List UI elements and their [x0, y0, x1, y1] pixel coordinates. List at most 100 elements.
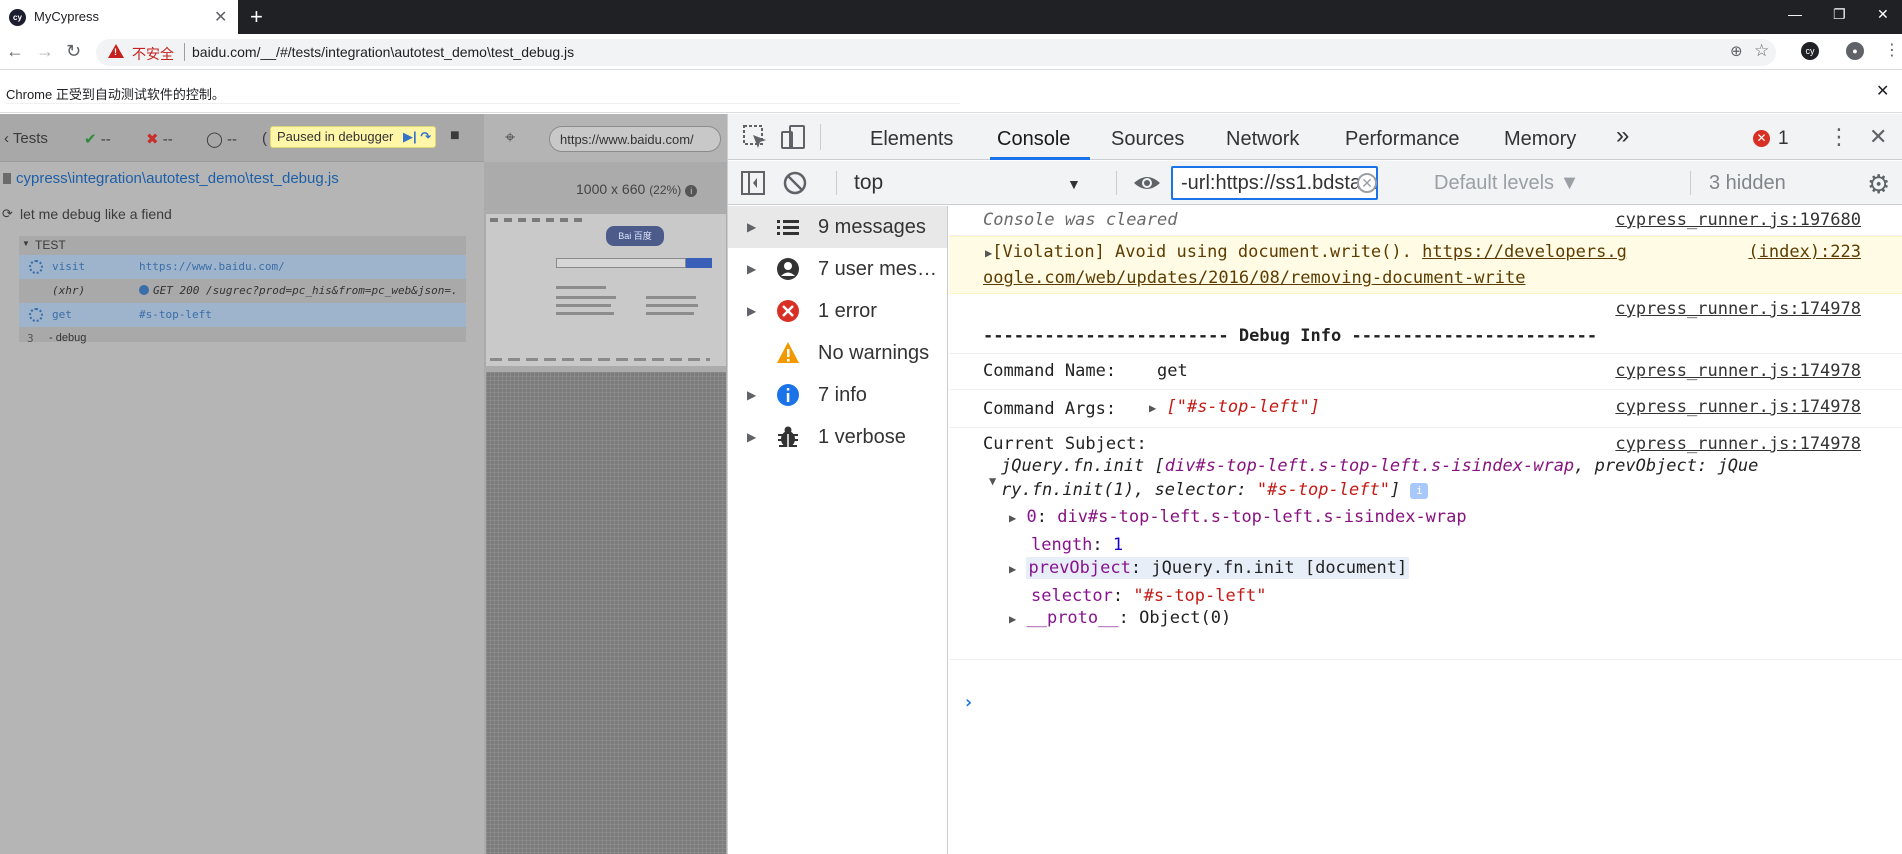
selector-playground-icon[interactable]: ⌖ [505, 127, 515, 148]
new-tab-button[interactable]: + [250, 4, 263, 30]
source-link[interactable]: cypress_runner.js:174978 [1615, 361, 1861, 381]
sidebar-toggle-icon[interactable] [740, 170, 766, 201]
command-number: 3 [27, 332, 34, 345]
passed-count: ✔ -- [84, 131, 111, 148]
device-toolbar-icon[interactable] [780, 124, 806, 150]
log-levels-dropdown[interactable]: Default levels ▼ [1434, 172, 1579, 195]
tab-network[interactable]: Network [1226, 128, 1299, 151]
minimize-icon[interactable]: — [1788, 6, 1802, 22]
console-settings-gear-icon[interactable]: ⚙ [1867, 169, 1890, 200]
console-message-command-name: Command Name: get cypress_runner.js:1749… [949, 354, 1902, 390]
tab-memory[interactable]: Memory [1504, 128, 1576, 151]
inspect-element-icon[interactable] [742, 124, 768, 150]
expand-arrow-icon[interactable]: ▶ [1009, 562, 1016, 576]
console-filter-input[interactable]: -url:https://ss1.bdstatic.com [1171, 166, 1378, 200]
sidebar-item-info[interactable]: ▶ 7 info [728, 374, 947, 416]
devtools-menu-icon[interactable]: ⋮ [1828, 124, 1850, 150]
back-icon[interactable]: ← [6, 41, 24, 62]
resume-icon[interactable]: ▶| [403, 129, 417, 144]
info-icon[interactable]: i [685, 185, 698, 197]
expand-arrow-icon[interactable]: ▶ [747, 220, 756, 234]
console-prompt-icon[interactable]: › [963, 692, 974, 713]
tab-performance[interactable]: Performance [1345, 128, 1460, 151]
reload-icon[interactable]: ↻ [66, 41, 81, 62]
command-row-xhr[interactable]: (xhr) GET 200 /sugrec?prod=pc_his&from=p… [19, 279, 466, 303]
violation-link[interactable]: https://developers.g [1422, 242, 1627, 262]
clear-console-icon[interactable] [782, 170, 808, 201]
expand-arrow-icon[interactable]: ▶ [747, 262, 756, 276]
info-badge-icon[interactable]: i [1410, 483, 1429, 499]
aut-url-bar[interactable]: https://www.baidu.com/ [549, 126, 721, 152]
jquery-object-line-2[interactable]: ry.fn.init(1), selector: "#s-top-left"] … [1001, 480, 1429, 500]
violation-link-continued[interactable]: oogle.com/web/updates/2016/08/removing-d… [983, 268, 1525, 288]
profile-avatar-icon[interactable]: ● [1846, 42, 1864, 60]
tab-elements[interactable]: Elements [870, 128, 953, 151]
bookmark-star-icon[interactable]: ☆ [1754, 41, 1769, 61]
expand-arrow-icon[interactable]: ▶ [747, 304, 756, 318]
prop-row-0[interactable]: ▶ 0: div#s-top-left.s-top-left.s-isindex… [1009, 507, 1467, 527]
clear-filter-icon[interactable]: ✕ [1357, 173, 1377, 193]
tab-close-icon[interactable]: ✕ [214, 7, 227, 27]
stop-icon[interactable]: ■ [450, 127, 460, 145]
expand-arrow-icon[interactable]: ▶ [1009, 511, 1016, 525]
command-arg: https://www.baidu.com/ [139, 260, 285, 273]
divider [1116, 171, 1117, 195]
failed-count: ✖ -- [146, 131, 173, 148]
insecure-label[interactable]: 不安全 [132, 44, 174, 64]
aut-iframe-preview[interactable]: Bai 百度 [486, 214, 726, 366]
tab-sources[interactable]: Sources [1111, 128, 1184, 151]
rerun-icon[interactable]: ⟳ [2, 206, 13, 222]
aut-grid-background [486, 372, 726, 854]
sidebar-item-warnings[interactable]: No warnings [728, 332, 947, 374]
sidebar-item-messages[interactable]: ▶ 9 messages [728, 206, 947, 248]
more-tabs-icon[interactable]: » [1616, 122, 1629, 150]
error-count-badge[interactable]: ✕ 1 [1753, 128, 1789, 150]
command-row-get[interactable]: get #s-top-left [19, 303, 466, 327]
source-link[interactable]: cypress_runner.js:174978 [1615, 397, 1861, 417]
restore-icon[interactable]: ❐ [1833, 6, 1846, 23]
step-over-icon[interactable]: ↷ [420, 129, 431, 144]
menu-kebab-icon[interactable]: ⋮ [1884, 40, 1900, 60]
sidebar-item-verbose[interactable]: ▶ 1 verbose [728, 416, 947, 458]
prop-row-prevobject[interactable]: ▶ prevObject: jQuery.fn.init [document] [1009, 557, 1410, 579]
command-row-visit[interactable]: visit https://www.baidu.com/ [19, 255, 466, 279]
jquery-object-line-1[interactable]: jQuery.fn.init [div#s-top-left.s-top-lef… [1001, 456, 1758, 476]
cypress-extension-icon[interactable]: cy [1801, 42, 1819, 60]
expand-arrow-icon[interactable]: ▶ [1149, 401, 1156, 415]
preview-list-line [556, 312, 614, 315]
window-close-icon[interactable]: ✕ [1877, 6, 1889, 23]
tests-button[interactable]: ‹ Tests [4, 130, 48, 147]
collapse-arrow-icon[interactable]: ▼ [989, 470, 996, 490]
preview-search-button [686, 258, 712, 268]
tab-console[interactable]: Console [997, 128, 1070, 151]
expand-arrow-icon[interactable]: ▶ [747, 430, 756, 444]
sidebar-item-user-messages[interactable]: ▶ 7 user messages [728, 248, 947, 290]
forward-icon[interactable]: → [36, 41, 54, 62]
sidebar-item-errors[interactable]: ▶ 1 error [728, 290, 947, 332]
message-value[interactable]: ▶ ["#s-top-left"] [1149, 397, 1320, 417]
context-dropdown-icon[interactable]: ▼ [1067, 176, 1081, 192]
source-link[interactable]: cypress_runner.js:197680 [1615, 210, 1861, 230]
source-link[interactable]: cypress_runner.js:174978 [1615, 299, 1861, 319]
spinner-icon [29, 308, 43, 322]
command-row-debug[interactable]: 3 - debug [19, 327, 466, 351]
divider [820, 124, 821, 150]
prop-row-proto[interactable]: ▶ __proto__: Object(0) [1009, 608, 1231, 628]
chevron-left-icon: ‹ [4, 130, 13, 147]
source-link[interactable]: (index):223 [1748, 242, 1861, 262]
expand-arrow-icon[interactable]: ▶ [1009, 612, 1016, 626]
context-selector[interactable]: top [854, 171, 883, 195]
source-link[interactable]: cypress_runner.js:174978 [1615, 434, 1861, 454]
browser-tab[interactable]: cy MyCypress ✕ [0, 0, 238, 34]
devtools-close-icon[interactable]: ✕ [1869, 124, 1887, 150]
infobar-close-icon[interactable]: ✕ [1876, 81, 1889, 101]
expand-arrow-icon[interactable]: ▶ [747, 388, 756, 402]
url-text[interactable]: baidu.com/__/#/tests/integration\autotes… [192, 44, 574, 60]
live-expression-eye-icon[interactable] [1132, 171, 1162, 200]
duration-icon: ( [262, 130, 267, 147]
spec-path[interactable]: cypress\integration\autotest_demo\test_d… [0, 170, 484, 194]
address-bar[interactable]: 不安全 baidu.com/__/#/tests/integration\aut… [96, 39, 1776, 66]
zoom-icon[interactable]: ⊕ [1730, 42, 1743, 60]
preview-list-line [646, 296, 696, 299]
suite-title[interactable]: ⟳ let me debug like a fiend [0, 206, 172, 222]
